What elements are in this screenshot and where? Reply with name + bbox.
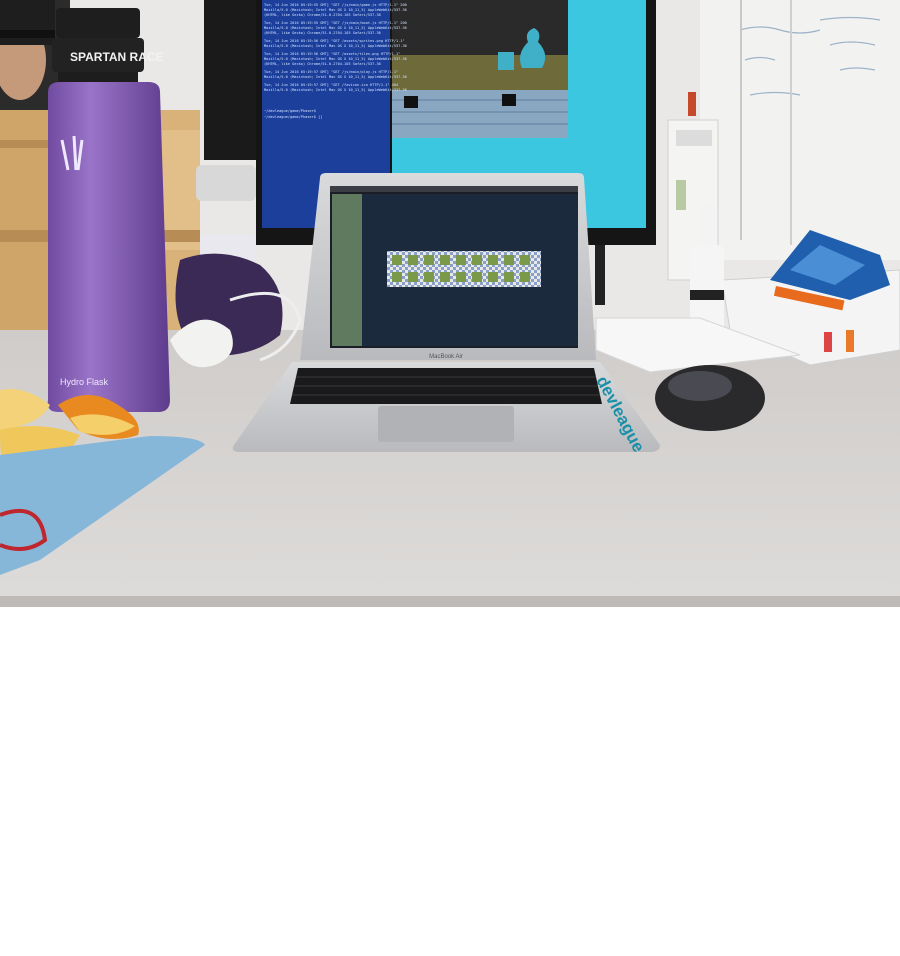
svg-text:Tue, 14 Jun 2016 05:19:56 GMT]: Tue, 14 Jun 2016 05:19:56 GMT] "GET /ass… bbox=[264, 39, 405, 43]
bottle-maker-text: Hydro Flask bbox=[60, 377, 109, 387]
computer-mouse bbox=[655, 365, 765, 431]
secondary-monitor bbox=[204, 0, 260, 160]
whiteboard bbox=[700, 0, 900, 260]
svg-text:Mozilla/5.0 (Macintosh; Intel: Mozilla/5.0 (Macintosh; Intel Mac OS X 1… bbox=[264, 44, 407, 48]
trackpad bbox=[378, 406, 514, 442]
svg-text:(KHTML, like Gecko) Chrome/51.: (KHTML, like Gecko) Chrome/51.0.2704.103… bbox=[264, 13, 381, 17]
svg-text:~/devleague/game/Phaser$ []: ~/devleague/game/Phaser$ [] bbox=[264, 115, 322, 119]
laptop-model-label: MacBook Air bbox=[429, 354, 463, 360]
svg-text:(KHTML, like Gecko) Chrome/51.: (KHTML, like Gecko) Chrome/51.0.2704.103… bbox=[264, 62, 381, 66]
svg-text:Mozilla/5.0 (Macintosh; Intel: Mozilla/5.0 (Macintosh; Intel Mac OS X 1… bbox=[264, 88, 407, 92]
svg-text:Mozilla/5.0 (Macintosh; Intel: Mozilla/5.0 (Macintosh; Intel Mac OS X 1… bbox=[264, 75, 407, 79]
svg-text:(KHTML, like Gecko) Chrome/51.: (KHTML, like Gecko) Chrome/51.0.2704.103… bbox=[264, 31, 381, 35]
svg-text:Mozilla/5.0 (Macintosh; Intel: Mozilla/5.0 (Macintosh; Intel Mac OS X 1… bbox=[264, 57, 407, 61]
svg-text:Tue, 14 Jun 2016 05:19:55 GMT]: Tue, 14 Jun 2016 05:19:55 GMT] "GET /js/… bbox=[264, 3, 407, 7]
svg-text:Tue, 14 Jun 2016 05:19:57 GMT]: Tue, 14 Jun 2016 05:19:57 GMT] "GET /fav… bbox=[264, 83, 398, 87]
svg-text:~/devleague/game/Phaser$: ~/devleague/game/Phaser$ bbox=[264, 109, 316, 113]
svg-text:Tue, 14 Jun 2016 05:19:55 GMT]: Tue, 14 Jun 2016 05:19:55 GMT] "GET /js/… bbox=[264, 21, 407, 25]
svg-text:Mozilla/5.0 (Macintosh; Intel: Mozilla/5.0 (Macintosh; Intel Mac OS X 1… bbox=[264, 26, 407, 30]
bottle-band-text: SPARTAN RACE bbox=[70, 50, 164, 64]
svg-text:Tue, 14 Jun 2016 05:19:57 GMT]: Tue, 14 Jun 2016 05:19:57 GMT] "GET /js/… bbox=[264, 70, 398, 74]
svg-text:Tue, 14 Jun 2016 05:19:56 GMT]: Tue, 14 Jun 2016 05:19:56 GMT] "GET /ass… bbox=[264, 52, 400, 56]
office-desk-photo: Tue, 14 Jun 2016 05:19:55 GMT] "GET /js/… bbox=[0, 0, 900, 607]
svg-text:Mozilla/5.0 (Macintosh; Intel: Mozilla/5.0 (Macintosh; Intel Mac OS X 1… bbox=[264, 8, 407, 12]
